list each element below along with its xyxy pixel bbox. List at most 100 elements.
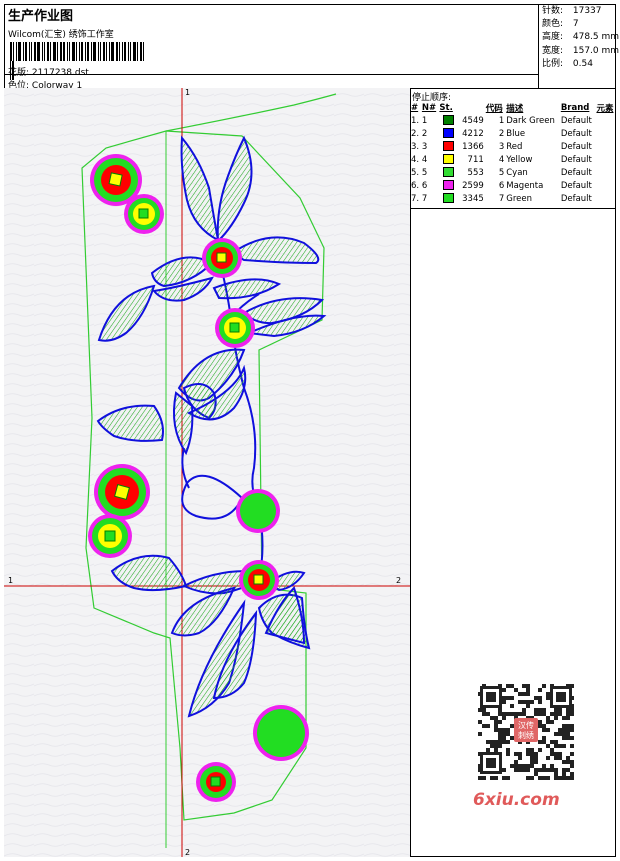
barcode-bar — [119, 42, 120, 61]
barcode-bar — [53, 42, 56, 61]
stitch-count: 2599 — [462, 180, 484, 191]
barcode-bar — [128, 42, 129, 61]
cell-stitches: 4212 — [438, 127, 484, 140]
barcode-bar — [98, 42, 99, 61]
header: 生产作业图 Wilcom(汇宝) 绣饰工作室 花版: 2117238.dst 色… — [6, 5, 536, 91]
table-row[interactable]: 3. 3 1366 3 Red Default — [410, 140, 616, 153]
cell-brand: Default — [560, 141, 592, 152]
barcode-bar — [63, 42, 65, 61]
cell-brand: Default — [560, 128, 592, 139]
cell-element — [595, 140, 616, 153]
col-stitches: St. — [439, 103, 453, 113]
axis-label-left: 1 — [8, 576, 14, 585]
embroidery-canvas[interactable] — [4, 88, 410, 857]
cell-description: Red — [506, 141, 523, 152]
barcode-bar — [100, 42, 101, 61]
col-element: 元素 — [596, 104, 614, 114]
cell-element — [595, 127, 616, 140]
cell-brand: Default — [560, 180, 592, 191]
barcode-bar — [140, 42, 142, 61]
cell-element — [595, 114, 616, 127]
axis-label-bottom: 2 — [185, 848, 191, 857]
axis-label-top: 1 — [185, 88, 191, 97]
watermark: 6xiu.com — [473, 790, 560, 810]
cell-brand: Default — [560, 193, 592, 204]
table-row[interactable]: 2. 2 4212 2 Blue Default — [410, 127, 616, 140]
barcode-bar — [13, 42, 14, 61]
cell-description: Magenta — [506, 180, 544, 191]
barcode-bar — [29, 42, 30, 61]
barcode-bar — [69, 42, 70, 61]
barcode-bar — [91, 42, 92, 61]
table-row[interactable]: 5. 5 553 5 Cyan Default — [410, 166, 616, 179]
barcode-bar — [16, 42, 17, 61]
cell-description: Dark Green — [506, 115, 555, 126]
cell-index: 5. — [411, 167, 420, 178]
flower-yellow-top-left — [124, 194, 164, 234]
cell-element — [595, 179, 616, 192]
cell-code: 4 — [498, 154, 505, 165]
design-file: 花版: 2117238.dst — [8, 65, 89, 78]
company-name: Wilcom(汇宝) 绣饰工作室 — [8, 30, 114, 40]
cell-stitches: 2599 — [438, 179, 484, 192]
cell-needle: 5 — [421, 167, 428, 178]
cell-description: Cyan — [506, 167, 528, 178]
table-row[interactable]: 1. 1 4549 1 Dark Green Default — [410, 114, 616, 127]
stitch-count: 3345 — [462, 193, 484, 204]
barcode-bar — [130, 42, 131, 61]
header-divider — [4, 74, 538, 75]
col-index: # — [411, 103, 419, 113]
stitch-count: 553 — [467, 167, 484, 178]
stop-sequence-divider — [410, 208, 616, 209]
cell-description: Yellow — [506, 154, 533, 165]
barcode-bar — [109, 42, 110, 61]
barcode-bar — [18, 42, 21, 61]
cell-needle: 6 — [421, 180, 428, 191]
flower-yellow-center — [215, 308, 255, 348]
table-row[interactable]: 4. 4 711 4 Yellow Default — [410, 153, 616, 166]
embroidery-preview[interactable]: 1 2 1 2 — [4, 88, 411, 857]
page-title: 生产作业图 — [8, 9, 74, 24]
cell-code: 7 — [498, 193, 505, 204]
barcode-bar — [72, 42, 75, 61]
cell-element — [595, 192, 616, 205]
barcode-bar — [23, 42, 24, 61]
cell-code: 6 — [498, 180, 505, 191]
cell-stitches: 711 — [438, 153, 484, 166]
barcode-bar — [10, 42, 12, 61]
barcode-bar — [124, 42, 126, 61]
barcode-bar — [87, 42, 89, 61]
table-header-row: # N# St. 代码 描述 Brand 元素 — [410, 102, 616, 114]
cell-stitches: 3345 — [438, 192, 484, 205]
cell-needle: 2 — [421, 128, 428, 139]
flower-yellow-left — [88, 514, 132, 558]
design-stats: 针数: 17337 颜色: 7 高度: 478.5 mm 宽度: 157.0 m… — [542, 5, 619, 71]
cell-index: 2. — [411, 128, 420, 139]
stitch-count: 711 — [467, 154, 484, 165]
cell-description: Green — [506, 193, 532, 204]
stitch-count: 1366 — [462, 141, 484, 152]
cell-brand: Default — [560, 115, 592, 126]
barcode-bar — [81, 42, 83, 61]
cell-code: 1 — [498, 115, 505, 126]
stop-sequence-table: # N# St. 代码 描述 Brand 元素 1. 1 4549 1 Dark Gre… — [410, 102, 616, 205]
barcode-bar — [31, 42, 32, 61]
design-value: 2117238.dst — [31, 68, 89, 78]
stitch-count: 4549 — [462, 115, 484, 126]
table-row[interactable]: 7. 7 3345 7 Green Default — [410, 192, 616, 205]
barcode-bar — [93, 42, 96, 61]
barcode-bar — [143, 42, 144, 61]
header-divider-vertical — [538, 4, 539, 88]
stat-width: 宽度: 157.0 mm — [542, 45, 620, 56]
col-needle: N# — [421, 103, 437, 113]
flower-red-lower — [239, 560, 279, 600]
color-swatch — [442, 115, 454, 126]
flower-green-disc-bottom — [253, 705, 309, 761]
color-swatch — [442, 154, 454, 165]
flower-red-center-top — [202, 238, 242, 278]
cell-element — [595, 166, 616, 179]
stat-colors: 颜色: 7 — [542, 19, 579, 30]
color-swatch — [442, 180, 454, 191]
cell-index: 7. — [411, 193, 420, 204]
table-row[interactable]: 6. 6 2599 6 Magenta Default — [410, 179, 616, 192]
